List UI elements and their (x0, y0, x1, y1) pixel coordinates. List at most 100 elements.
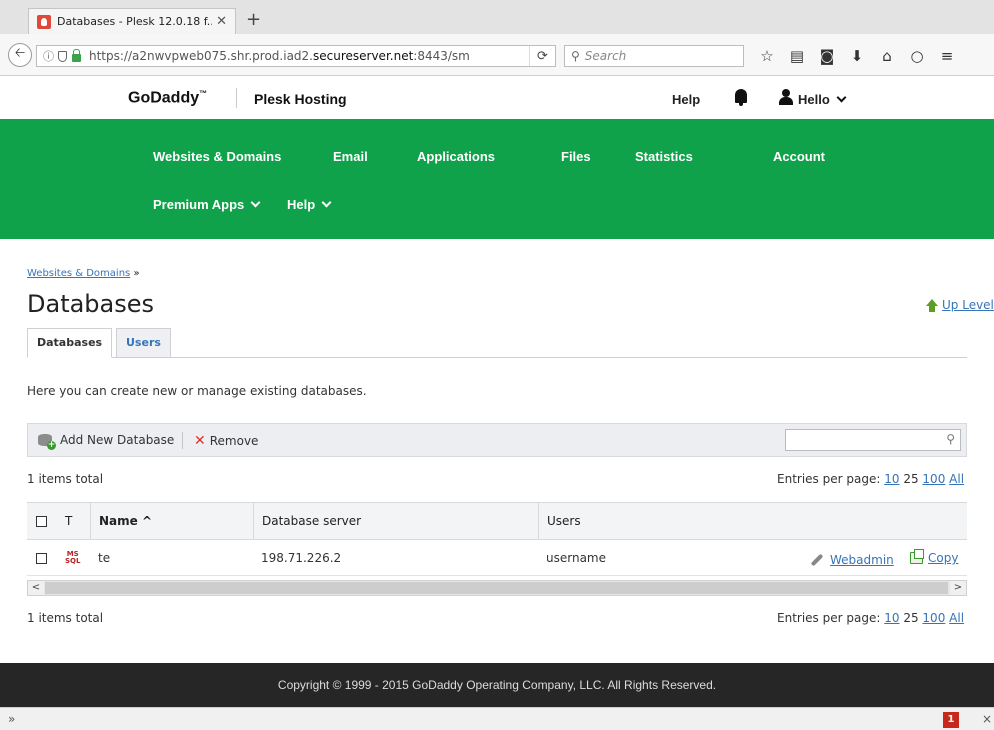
entries-per-page-bottom: Entries per page: 10 25 100 All (777, 611, 965, 625)
addon-bar-chevron-icon[interactable]: » (8, 712, 15, 726)
list-search-input[interactable]: ⚲ (785, 429, 961, 451)
main-navigation: Websites & Domains Email Applications Fi… (0, 119, 994, 239)
up-level-link[interactable]: Up Level (926, 298, 994, 312)
nav-applications[interactable]: Applications (417, 149, 495, 164)
browser-tab-strip: Databases - Plesk 12.0.18 f... ✕ + (0, 0, 994, 34)
nav-premium-apps[interactable]: Premium Apps (153, 197, 261, 212)
scroll-right-arrow-icon[interactable]: > (950, 581, 966, 595)
table-row: MS SQL te 198.71.226.2 username Webadmin … (27, 540, 967, 576)
nav-email[interactable]: Email (333, 149, 368, 164)
nav-help[interactable]: Help (287, 197, 332, 212)
entries-10-link[interactable]: 10 (884, 611, 899, 625)
search-placeholder: Search (584, 49, 627, 63)
entries-per-page-top: Entries per page: 10 25 100 All (777, 472, 965, 486)
select-all-checkbox[interactable] (36, 516, 47, 527)
address-bar[interactable]: ⓘ https://a2nwvpweb075.shr.prod.iad2.sec… (36, 45, 556, 67)
entries-100-link[interactable]: 100 (922, 611, 945, 625)
databases-table: T Name ^ Database server Users MS SQL te … (27, 502, 967, 576)
items-total-bottom: 1 items total (27, 611, 104, 625)
browser-navigation-bar: 🡠 ⓘ https://a2nwvpweb075.shr.prod.iad2.s… (0, 34, 994, 76)
godaddy-logo[interactable]: GoDaddy™ (128, 89, 207, 107)
download-icon[interactable]: ⬇ (842, 46, 872, 66)
remove-x-icon: ✕ (194, 433, 206, 449)
entries-all-link[interactable]: All (949, 611, 964, 625)
nav-statistics[interactable]: Statistics (635, 149, 693, 164)
search-icon[interactable]: ⚲ (946, 432, 955, 446)
breadcrumb: Websites & Domains » (27, 268, 140, 279)
home-icon[interactable]: ⌂ (872, 46, 902, 66)
row-checkbox[interactable] (36, 553, 47, 564)
chat-icon[interactable]: ○ (902, 46, 932, 66)
database-users: username (546, 551, 606, 565)
entries-all-link[interactable]: All (949, 472, 964, 486)
info-icon[interactable]: ⓘ (43, 48, 54, 64)
product-name: Plesk Hosting (254, 91, 347, 107)
page-title: Databases (27, 290, 155, 318)
reload-icon[interactable]: ⟳ (529, 46, 555, 66)
add-new-database-button[interactable]: Add New Database (38, 433, 174, 450)
nav-account[interactable]: Account (773, 149, 825, 164)
browser-tab[interactable]: Databases - Plesk 12.0.18 f... ✕ (28, 8, 236, 34)
database-server: 198.71.226.2 (261, 551, 342, 565)
wrench-icon (810, 553, 824, 567)
remove-button[interactable]: ✕ Remove (194, 433, 258, 449)
search-icon: ⚲ (571, 49, 580, 63)
chevron-down-icon (321, 197, 332, 208)
nav-files[interactable]: Files (561, 149, 591, 164)
plesk-favicon-icon (37, 14, 51, 29)
notifications-bell-icon[interactable] (735, 89, 747, 106)
copy-link[interactable]: Copy (910, 540, 958, 576)
close-bar-icon[interactable]: × (982, 712, 992, 726)
chevron-down-icon (836, 92, 847, 103)
tracking-shield-icon[interactable] (58, 50, 67, 62)
horizontal-scrollbar[interactable]: < > (27, 580, 967, 596)
url-text[interactable]: https://a2nwvpweb075.shr.prod.iad2.secur… (89, 49, 529, 63)
notification-badge[interactable]: 1 (943, 712, 959, 728)
mssql-icon: MS SQL (65, 550, 81, 565)
breadcrumb-websites-domains[interactable]: Websites & Domains (27, 268, 130, 279)
list-toolbar: Add New Database ✕ Remove ⚲ (27, 423, 967, 457)
back-button[interactable]: 🡠 (8, 43, 32, 67)
entries-25-current: 25 (903, 472, 919, 486)
pocket-icon[interactable]: ◙ (812, 46, 842, 66)
column-users[interactable]: Users (538, 503, 967, 540)
browser-status-bar: » 1 × (0, 707, 994, 730)
header-help-link[interactable]: Help (672, 92, 700, 107)
column-name[interactable]: Name ^ (90, 503, 253, 540)
user-icon[interactable] (779, 89, 793, 105)
lock-icon[interactable] (72, 48, 81, 62)
webadmin-link[interactable]: Webadmin (810, 540, 894, 576)
back-arrow-icon: 🡠 (14, 46, 26, 61)
copy-icon (910, 549, 924, 564)
chevron-down-icon (250, 197, 261, 208)
toolbar-divider (182, 432, 183, 449)
breadcrumb-separator: » (133, 268, 140, 279)
star-icon[interactable]: ☆ (752, 46, 782, 66)
scroll-left-arrow-icon[interactable]: < (28, 581, 44, 595)
nav-websites-domains[interactable]: Websites & Domains (153, 149, 281, 164)
table-header: T Name ^ Database server Users (27, 502, 967, 540)
header-divider (236, 88, 237, 108)
entries-100-link[interactable]: 100 (922, 472, 945, 486)
browser-tab-title: Databases - Plesk 12.0.18 f... (57, 15, 213, 28)
column-database-server[interactable]: Database server (253, 503, 538, 540)
scrollbar-thumb[interactable] (45, 582, 948, 594)
menu-icon[interactable]: ≡ (932, 46, 962, 66)
tab-users[interactable]: Users (116, 328, 171, 358)
reading-list-icon[interactable]: ▤ (782, 46, 812, 66)
tab-databases[interactable]: Databases (27, 328, 113, 358)
new-tab-button[interactable]: + (246, 11, 261, 29)
database-name[interactable]: te (98, 540, 110, 576)
user-menu[interactable]: Hello (798, 92, 847, 107)
entries-10-link[interactable]: 10 (884, 472, 899, 486)
page-tabs: Databases Users (27, 328, 967, 358)
column-type[interactable]: T (57, 503, 90, 540)
close-tab-icon[interactable]: ✕ (216, 14, 227, 29)
site-header: GoDaddy™ Plesk Hosting Help Hello (0, 77, 994, 119)
add-database-icon (38, 434, 56, 450)
up-arrow-icon (926, 298, 938, 312)
entries-25-current: 25 (903, 611, 919, 625)
page-footer: Copyright © 1999 - 2015 GoDaddy Operatin… (0, 663, 994, 707)
browser-search-box[interactable]: ⚲ Search (564, 45, 744, 67)
intro-text: Here you can create new or manage existi… (27, 384, 367, 398)
